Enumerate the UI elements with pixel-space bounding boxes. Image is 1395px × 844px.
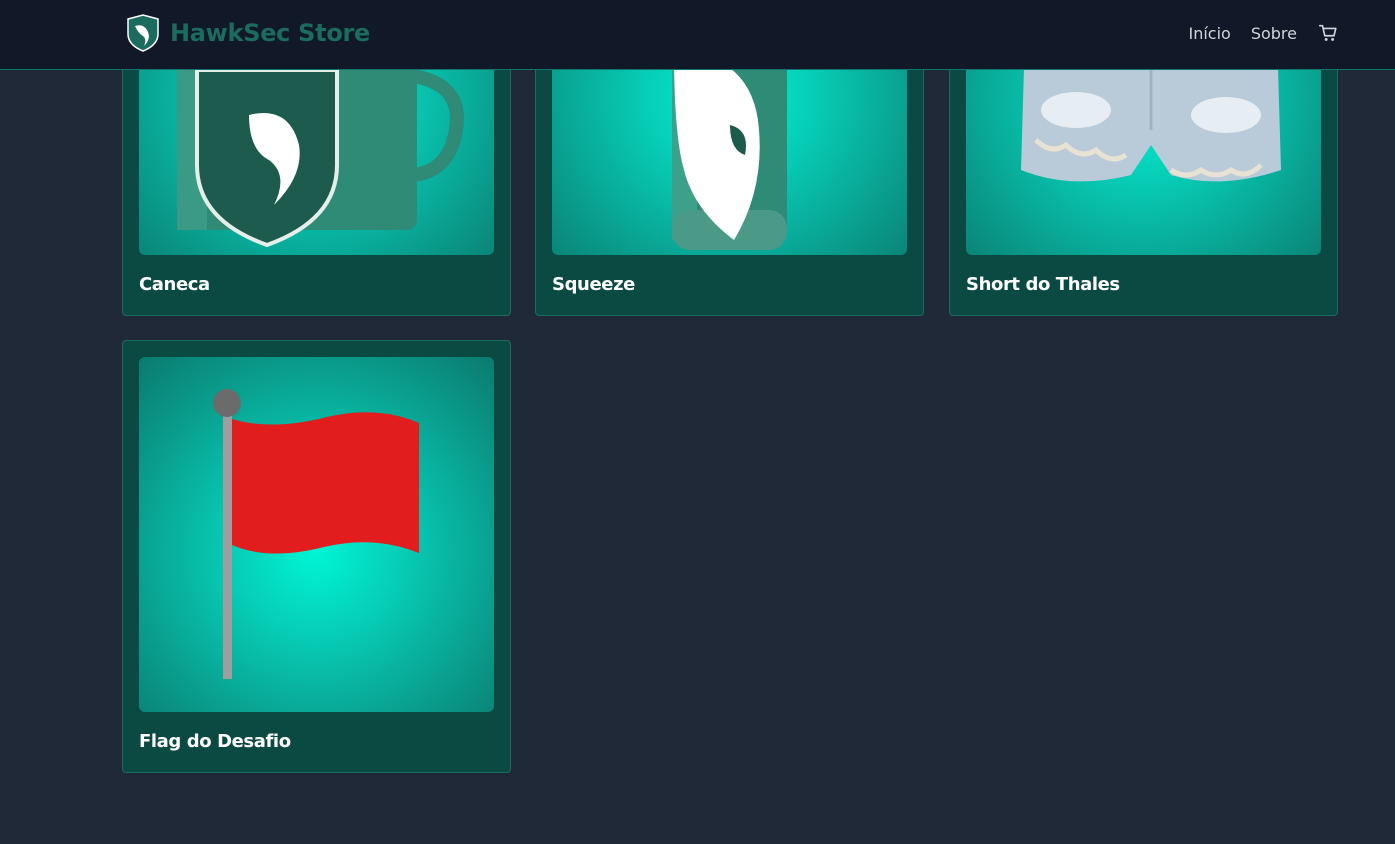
navbar: HawkSec Store Início Sobre	[0, 0, 1395, 70]
product-title[interactable]: Short do Thales	[966, 274, 1120, 295]
hawk-shield-icon	[127, 14, 159, 52]
red-flag-image	[213, 389, 419, 679]
brand[interactable]: HawkSec Store	[126, 14, 370, 52]
shopping-cart-icon[interactable]	[1317, 22, 1339, 44]
nav-link-inicio[interactable]: Início	[1188, 24, 1230, 43]
nav-link-sobre[interactable]: Sobre	[1251, 24, 1297, 43]
brand-name: HawkSec Store	[170, 19, 371, 47]
product-title[interactable]: Caneca	[139, 274, 210, 295]
product-title[interactable]: Flag do Desafio	[139, 731, 291, 752]
product-title[interactable]: Squeeze	[552, 274, 635, 295]
product-image-flag[interactable]	[139, 357, 494, 712]
nav-links: Início Sobre	[1168, 22, 1339, 44]
product-card-flag[interactable]: Flag do Desafio	[122, 340, 511, 773]
